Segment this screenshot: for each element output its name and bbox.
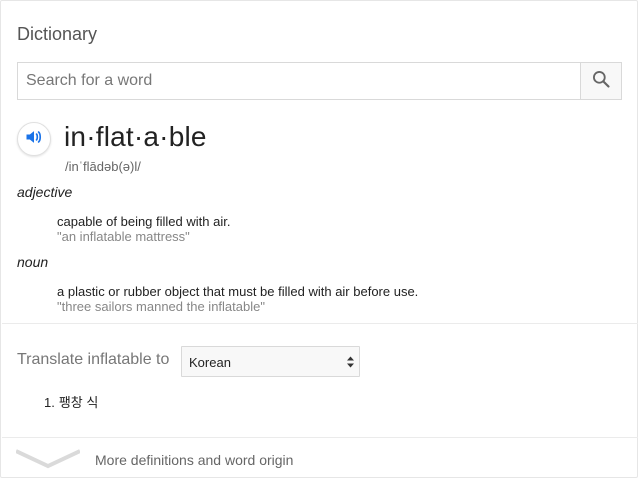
language-select[interactable]: Korean [181,346,360,377]
headword: in·flat·a·ble [64,121,207,152]
definition-text: capable of being filled with air. [57,214,231,229]
pronunciation-button[interactable] [17,122,51,156]
search-box [17,62,622,100]
translate-label: Translate inflatable to [17,351,170,368]
search-input[interactable] [18,63,582,99]
updown-arrows-icon [346,355,355,369]
speaker-icon [24,127,44,152]
chevron-down-icon [15,449,81,474]
more-definitions-button[interactable]: More definitions and word origin [1,439,637,477]
part-of-speech: noun [17,254,49,270]
example-text: "an inflatable mattress" [57,229,190,244]
translation-number: 1. [44,395,55,410]
search-button[interactable] [580,63,621,99]
card-title: Dictionary [17,24,98,44]
more-definitions-label: More definitions and word origin [95,452,294,468]
phonetic-spelling: /inˈflādəb(ə)l/ [65,159,141,174]
definition-text: a plastic or rubber object that must be … [57,284,419,299]
dictionary-card: Dictionary in·flat·a·ble /inˈflādəb(ə)l/… [0,0,638,478]
section-divider [2,323,638,324]
section-divider [2,437,638,438]
part-of-speech: adjective [17,184,73,200]
language-select-value: Korean [189,355,231,370]
translation-text: 팽창 식 [58,395,99,410]
search-icon [591,69,611,94]
example-text: "three sailors manned the inflatable" [57,299,265,314]
translation-result: 1. 팽창 식 [44,392,98,411]
